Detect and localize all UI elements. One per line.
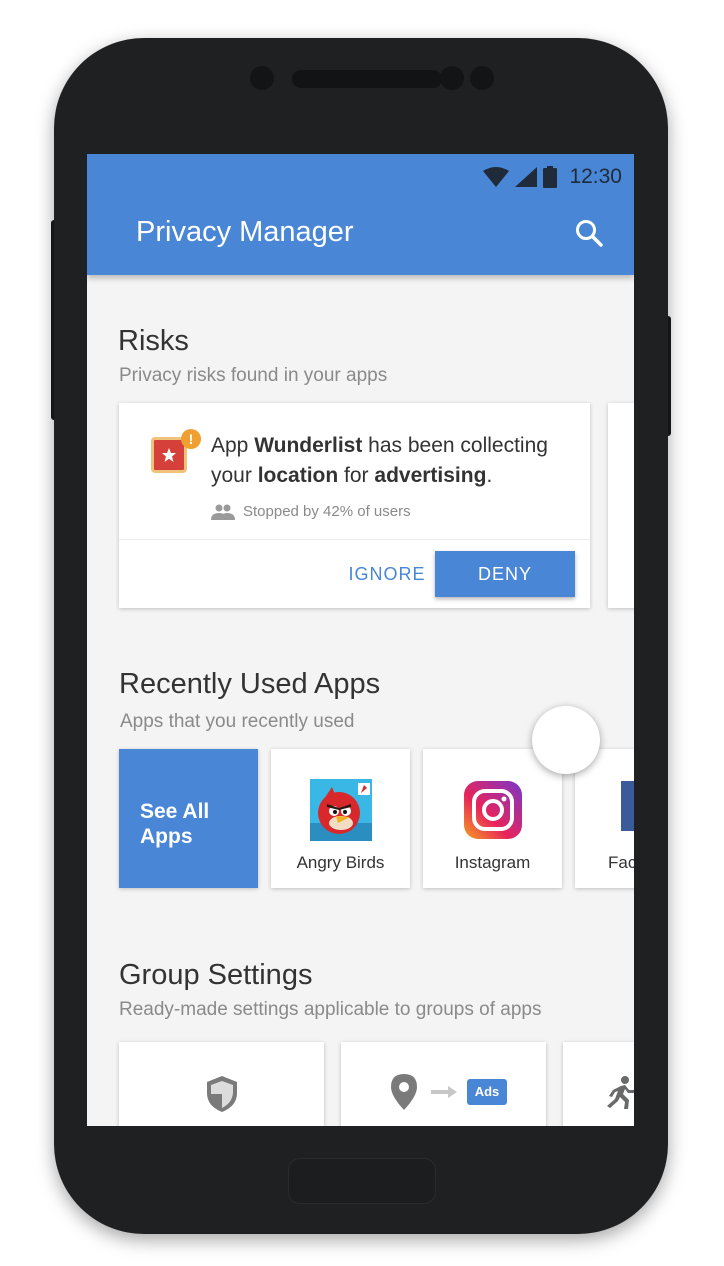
phone-home-button[interactable] [288, 1158, 436, 1204]
angry-birds-icon [310, 779, 372, 841]
recent-apps-subtitle: Apps that you recently used [120, 711, 355, 732]
risk-text-part: for [338, 464, 375, 487]
risk-message: App Wunderlist has been collecting your … [211, 431, 571, 491]
search-icon[interactable] [574, 218, 604, 248]
screen: 12:30 Privacy Manager Risks Privacy risk… [87, 154, 634, 1126]
see-all-apps-button[interactable]: See All Apps [119, 749, 258, 888]
phone-sensor [440, 66, 464, 90]
ads-badge: Ads [467, 1079, 507, 1105]
group-card-security[interactable] [119, 1042, 324, 1126]
stopped-stat: Stopped by 42% of users [211, 503, 411, 520]
shield-icon [207, 1076, 237, 1112]
running-person-icon [607, 1076, 634, 1109]
phone-speaker [292, 70, 442, 88]
risk-card-next[interactable] [608, 403, 634, 608]
group-card-location-ads[interactable]: Ads [341, 1042, 546, 1126]
app-card-instagram[interactable]: Instagram [423, 749, 562, 888]
risk-text-part: . [486, 464, 493, 487]
touch-indicator [532, 706, 600, 774]
risk-data-type: location [257, 464, 339, 487]
wifi-icon [483, 167, 510, 187]
stopped-text: Stopped by 42% of users [243, 503, 411, 520]
risk-app-name: Wunderlist [254, 434, 363, 457]
status-bar: 12:30 [483, 164, 622, 190]
recent-apps-title: Recently Used Apps [119, 668, 381, 700]
app-card-facebook[interactable]: Fac [575, 749, 634, 888]
risk-card[interactable]: ! App Wunderlist has been collecting you… [119, 403, 590, 608]
status-time: 12:30 [569, 165, 622, 188]
risk-purpose: advertising [374, 464, 487, 487]
phone-sensor [470, 66, 494, 90]
facebook-icon [621, 779, 634, 841]
divider [119, 539, 590, 540]
risks-title: Risks [118, 325, 189, 357]
group-settings-subtitle: Ready-made settings applicable to groups… [119, 999, 542, 1020]
group-card-fitness[interactable] [563, 1042, 634, 1126]
app-name: Fac [608, 853, 634, 872]
risk-text-part: App [211, 434, 255, 457]
app-name: Instagram [454, 853, 531, 872]
people-icon [211, 504, 235, 520]
alert-badge: ! [181, 429, 201, 449]
signal-icon [515, 167, 538, 187]
instagram-icon [462, 779, 524, 841]
main-content[interactable]: Risks Privacy risks found in your apps !… [87, 275, 634, 1126]
group-settings-title: Group Settings [119, 959, 313, 991]
arrow-right-icon [431, 1086, 457, 1098]
app-card-angry-birds[interactable]: Angry Birds [271, 749, 410, 888]
deny-button[interactable]: DENY [435, 551, 575, 597]
ignore-button[interactable]: IGNORE [327, 551, 447, 597]
app-bar: 12:30 Privacy Manager [87, 154, 634, 275]
phone-camera [250, 66, 274, 90]
page-title: Privacy Manager [136, 216, 354, 248]
app-name: Angry Birds [296, 853, 385, 872]
location-pin-icon [391, 1074, 417, 1110]
risks-subtitle: Privacy risks found in your apps [119, 365, 388, 386]
battery-icon [543, 166, 558, 188]
